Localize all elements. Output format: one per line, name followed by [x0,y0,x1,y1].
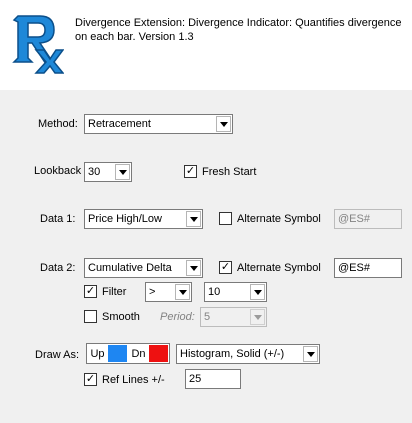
chevron-down-icon[interactable] [250,284,265,300]
chevron-down-icon[interactable] [186,211,201,227]
chevron-down-icon[interactable] [186,260,201,276]
lookback-dropdown[interactable]: 30 [84,162,132,182]
lookback-label: Lookback [34,165,82,177]
color-swatch-group: Up Dn [86,343,170,364]
ref-lines-input[interactable]: 25 [185,369,241,389]
ref-lines-checkbox[interactable]: ✓ [84,373,97,386]
data2-dropdown[interactable]: Cumulative Delta [84,258,203,278]
method-label: Method: [38,118,78,130]
fresh-start-checkbox[interactable]: ✓ [184,165,197,178]
period-value: 5 [204,311,211,323]
fresh-start-label: Fresh Start [202,166,257,178]
smooth-label: Smooth [102,311,140,323]
data2-alt-symbol-input[interactable]: @ES# [334,258,402,278]
smooth-checkbox[interactable] [84,310,97,323]
filter-operator-value: > [149,286,156,298]
dn-color-swatch[interactable] [149,345,168,362]
chevron-down-icon[interactable] [303,346,318,362]
draw-style-dropdown[interactable]: Histogram, Solid (+/-) [176,344,320,364]
data1-alt-symbol-label: Alternate Symbol [237,213,321,225]
period-label: Period: [160,311,195,323]
filter-operator-dropdown[interactable]: > [145,282,192,302]
chevron-down-icon[interactable] [216,116,231,132]
draw-style-value: Histogram, Solid (+/-) [180,348,285,360]
chevron-down-icon[interactable] [250,309,265,325]
data2-value: Cumulative Delta [88,262,172,274]
indicator-description: Divergence Extension: Divergence Indicat… [75,17,402,43]
chevron-down-icon[interactable] [115,164,130,180]
data1-alt-symbol-checkbox[interactable] [219,212,232,225]
dn-color-label: Dn [131,348,146,360]
method-dropdown[interactable]: Retracement [84,114,233,134]
filter-value-dropdown[interactable]: 10 [204,282,267,302]
ref-lines-label: Ref Lines +/- [102,374,165,386]
data1-label: Data 1: [40,213,76,225]
filter-checkbox[interactable]: ✓ [84,285,97,298]
method-value: Retracement [88,118,151,130]
filter-value: 10 [208,286,221,298]
chevron-down-icon[interactable] [175,284,190,300]
draw-as-label: Draw As: [35,349,80,361]
up-color-label: Up [90,348,105,360]
data2-alt-symbol-checkbox[interactable]: ✓ [219,261,232,274]
up-color-swatch[interactable] [108,345,127,362]
rx-logo-icon [12,15,64,74]
data1-dropdown[interactable]: Price High/Low [84,209,203,229]
data2-alt-symbol-label: Alternate Symbol [237,262,321,274]
period-dropdown[interactable]: 5 [200,307,267,327]
data1-value: Price High/Low [88,213,162,225]
data1-alt-symbol-input[interactable]: @ES# [334,209,402,229]
filter-label: Filter [102,286,127,298]
data2-label: Data 2: [40,262,76,274]
lookback-value: 30 [88,166,101,178]
